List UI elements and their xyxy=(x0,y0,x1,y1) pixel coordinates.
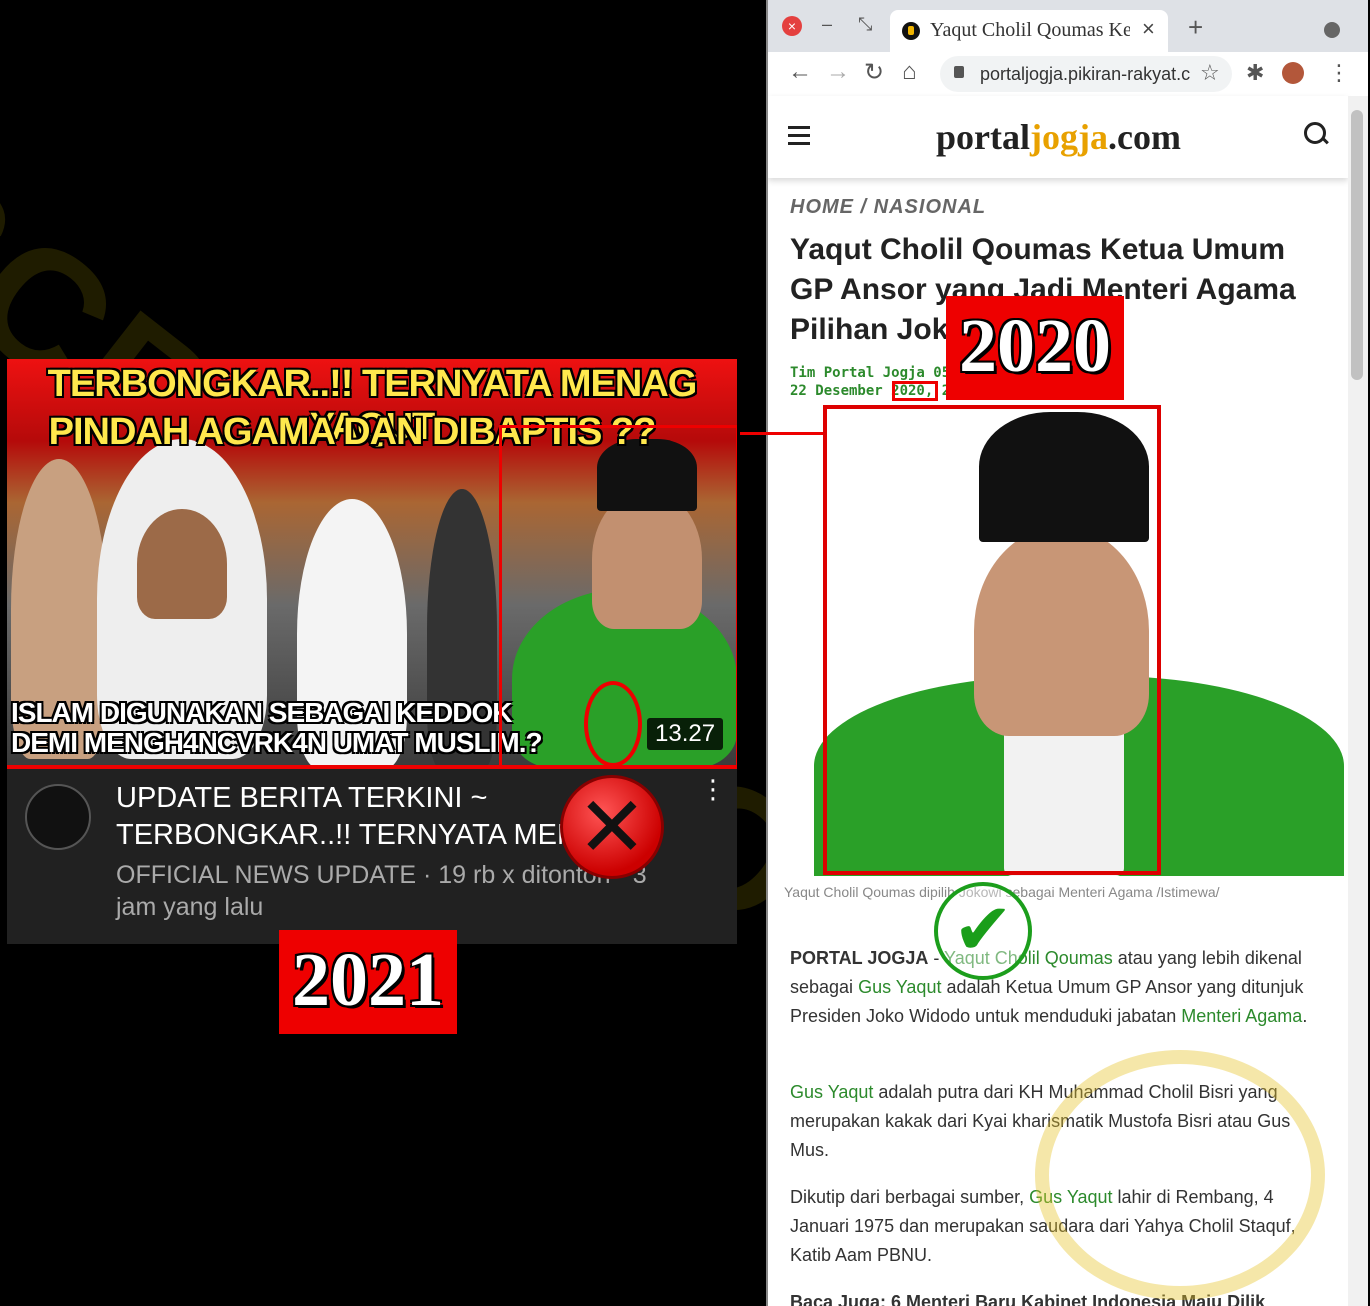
new-tab-icon[interactable]: + xyxy=(1188,12,1203,43)
tab-close-icon[interactable]: × xyxy=(1142,16,1155,42)
paragraph-4[interactable]: Baca Juga: 6 Menteri Baru Kabinet Indone… xyxy=(790,1288,1330,1306)
logo-portal: portal xyxy=(936,117,1030,157)
p1-lead: PORTAL JOGJA xyxy=(790,948,929,968)
link-gus-yaqut[interactable]: Gus Yaqut xyxy=(858,977,941,997)
reload-icon[interactable]: ↻ xyxy=(864,58,884,87)
logo-jogja: jogja xyxy=(1030,117,1108,157)
tab-title: Yaqut Cholil Qoumas Ketua xyxy=(930,19,1130,41)
p3-a: Dikutip dari berbagai sumber, xyxy=(790,1187,1030,1207)
thumbnail-caption-2: DEMI MENGH4NCVRK4N UMAT MUSLIM.? xyxy=(11,727,543,758)
link-menteri-agama[interactable]: Menteri Agama xyxy=(1181,1006,1302,1026)
channel-avatar[interactable] xyxy=(25,784,91,850)
tab-strip: × – ⤡ Yaqut Cholil Qoumas Ketua × + xyxy=(768,0,1368,52)
browser-toolbar: ← → ↻ ⌂ portaljogja.pikiran-rakyat.com ☆… xyxy=(768,52,1368,97)
paragraph-1: PORTAL JOGJA - Yaqut Cholil Qoumas atau … xyxy=(790,944,1330,1031)
check-icon: ✔ xyxy=(934,882,1032,980)
tab-active[interactable]: Yaqut Cholil Qoumas Ketua × xyxy=(890,10,1168,52)
logo-dotcom: .com xyxy=(1107,117,1181,157)
breadcrumb[interactable]: HOME / NASIONAL xyxy=(790,196,986,219)
highlight-box-article-photo xyxy=(823,405,1161,875)
lock-icon xyxy=(954,66,964,78)
site-favicon-icon xyxy=(902,22,920,40)
false-x-icon: ✕ xyxy=(560,775,664,879)
more-options-icon[interactable]: ⋮ xyxy=(700,776,726,802)
connector-line xyxy=(740,432,824,435)
profile-avatar[interactable] xyxy=(1282,62,1304,84)
hamburger-menu-icon[interactable] xyxy=(788,126,810,150)
menu-kebab-icon[interactable]: ⋮ xyxy=(1328,60,1350,86)
forward-icon[interactable]: → xyxy=(826,58,850,86)
video-thumbnail[interactable]: TERBONGKAR..!! TERNYATA MENAG YAQUT PIND… xyxy=(7,359,737,769)
scrollbar[interactable] xyxy=(1348,96,1368,1306)
link-gus-yaqut-2[interactable]: Gus Yaqut xyxy=(790,1082,873,1102)
home-icon[interactable]: ⌂ xyxy=(902,58,917,86)
back-icon[interactable]: ← xyxy=(788,58,812,86)
p1-c: . xyxy=(1302,1006,1308,1026)
site-header: portaljogja.com xyxy=(768,96,1348,178)
address-bar[interactable]: portaljogja.pikiran-rakyat.com ☆ xyxy=(940,56,1232,92)
thumbnail-caption-1: ISLAM DIGUNAKAN SEBAGAI KEDDOK xyxy=(11,697,512,728)
bookmark-star-icon[interactable]: ☆ xyxy=(1200,60,1220,86)
search-icon[interactable] xyxy=(1304,122,1326,144)
year-badge-2021: 2021 xyxy=(279,930,457,1034)
year-badge-2020: 2020 xyxy=(946,296,1124,400)
figure-face xyxy=(137,509,227,619)
cross-pendant-circle xyxy=(584,681,642,767)
window-restore-icon[interactable]: ⤡ xyxy=(858,14,872,35)
extensions-icon[interactable]: ✱ xyxy=(1246,60,1264,86)
scrollbar-thumb[interactable] xyxy=(1351,110,1363,380)
turn-back-hoax-seal xyxy=(1035,1050,1325,1300)
highlight-box-date xyxy=(892,381,938,401)
byline-author[interactable]: Tim Portal Jogja 05 xyxy=(790,364,950,382)
window-minimize-icon[interactable]: – xyxy=(822,14,832,35)
tab-search-icon[interactable] xyxy=(1324,22,1340,38)
site-logo[interactable]: portaljogja.com xyxy=(936,116,1181,158)
url-text[interactable]: portaljogja.pikiran-rakyat.com xyxy=(980,64,1190,85)
window-close-icon[interactable]: × xyxy=(782,16,802,36)
